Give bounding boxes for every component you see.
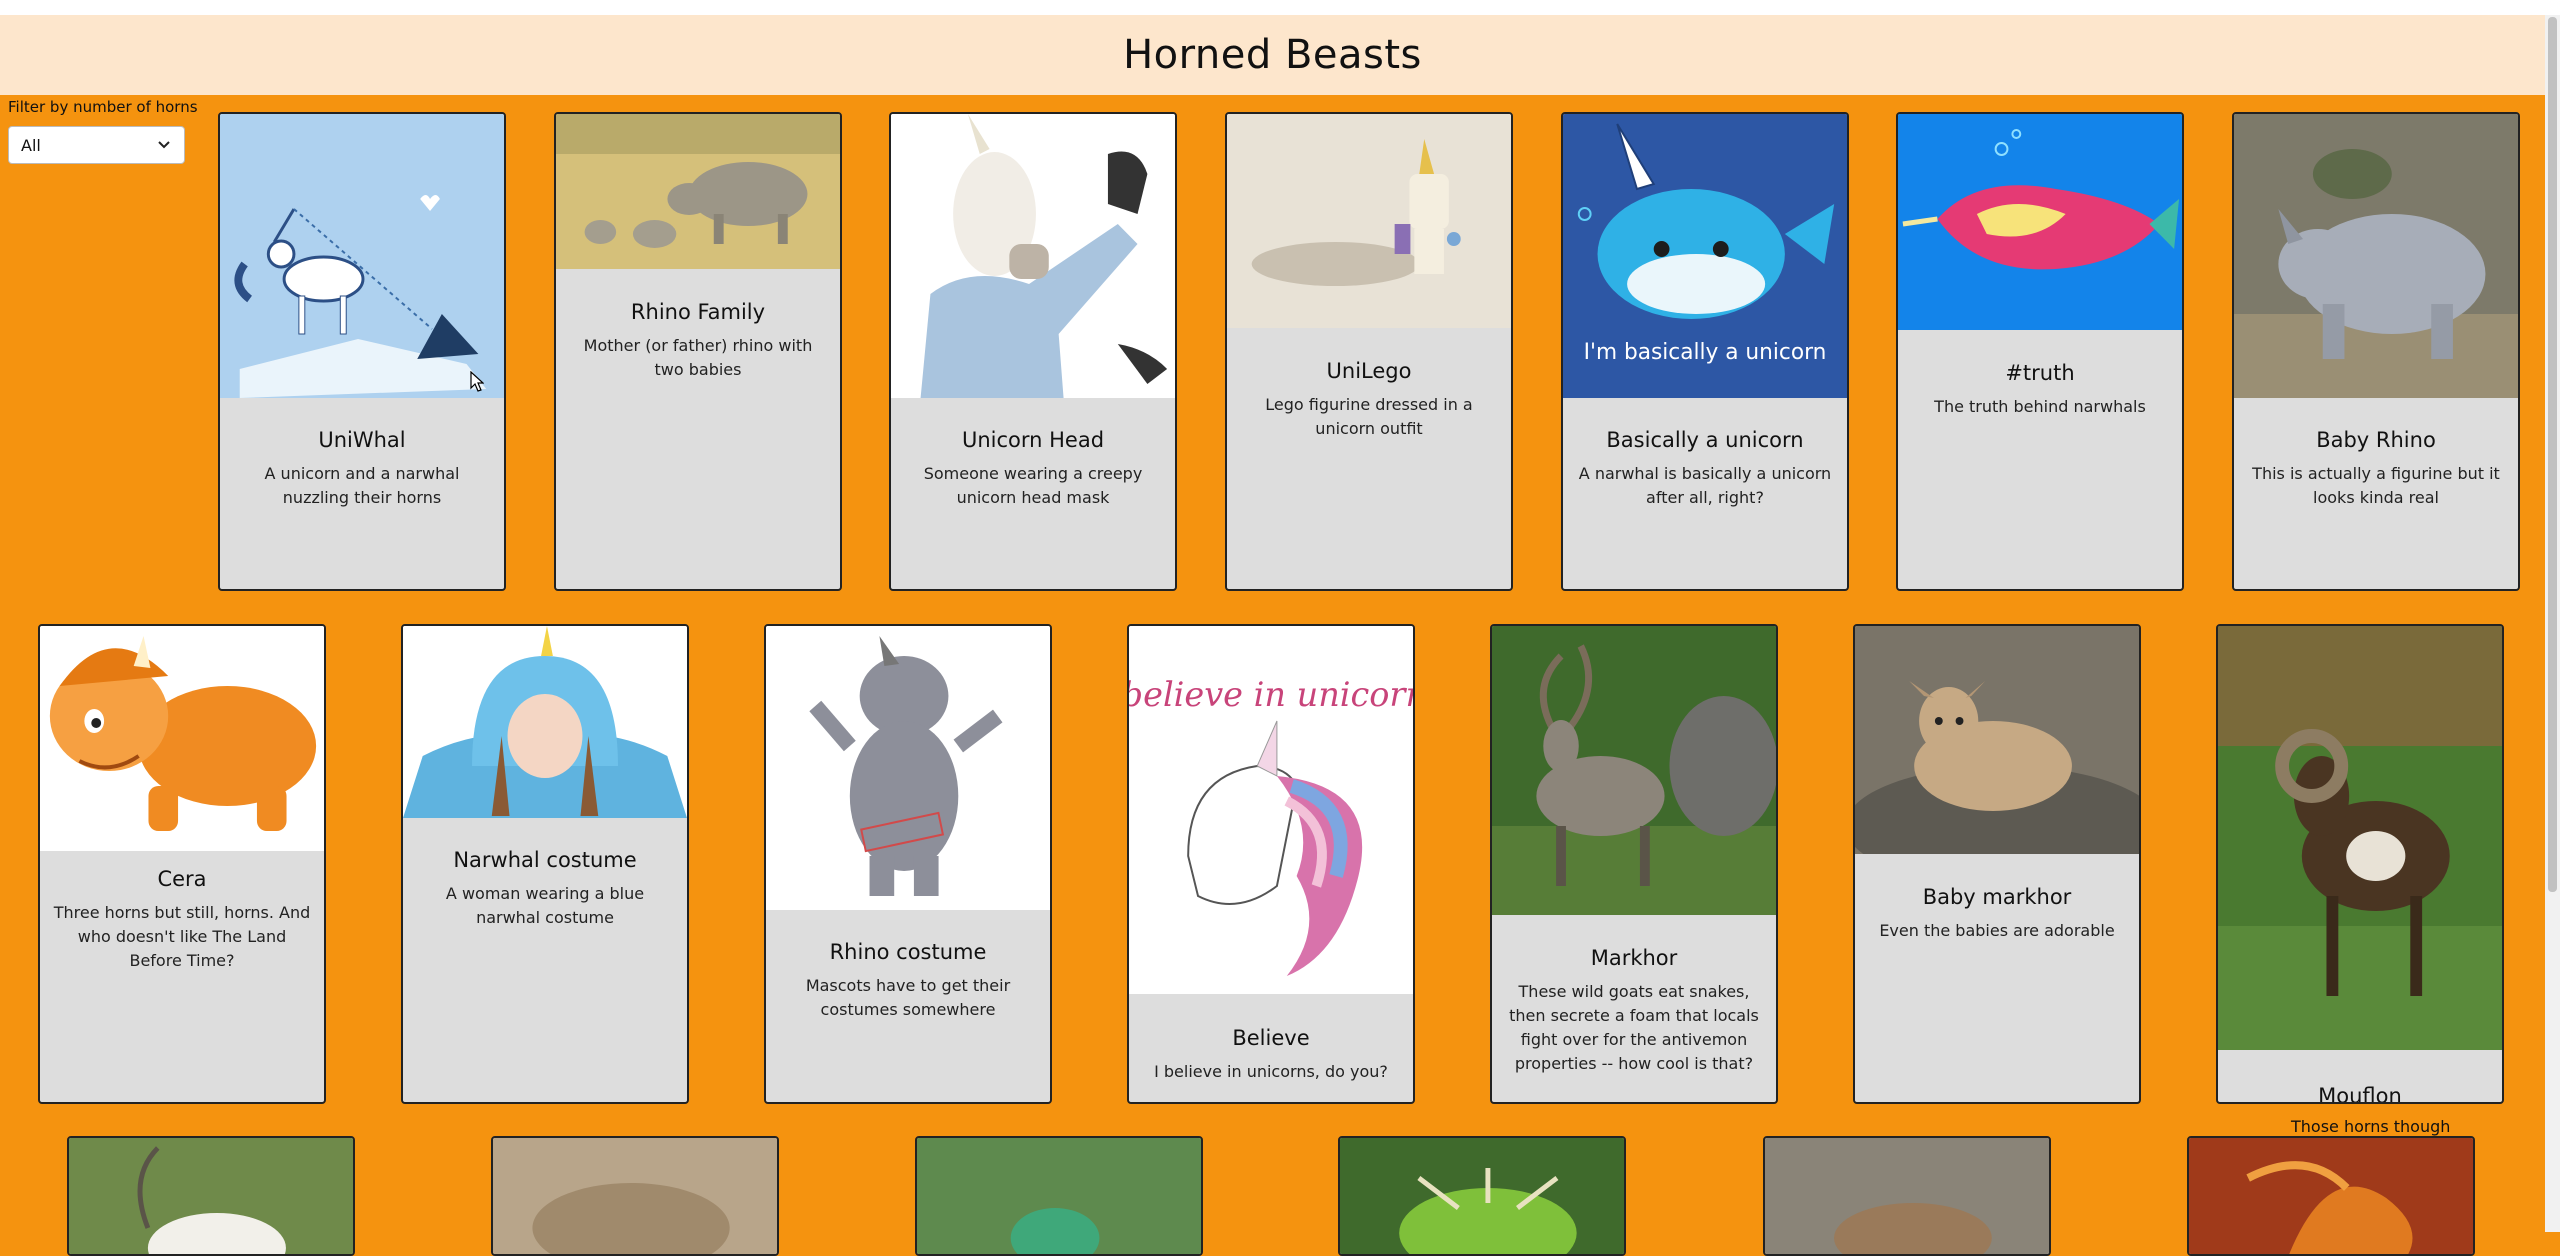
image-caption-text: I'm basically a unicorn (1584, 340, 1827, 365)
beast-title: Rhino Family (630, 300, 766, 324)
beast-image-row3-2[interactable] (493, 1138, 777, 1254)
beast-image-believe[interactable]: I believe in unicorns (1129, 626, 1413, 994)
beast-image-row3-3[interactable] (917, 1138, 1201, 1254)
beast-card-unilego[interactable]: UniLego Lego figurine dressed in a unico… (1225, 112, 1513, 591)
browser-top-strip (0, 0, 2560, 15)
beast-title: Baby markhor (1922, 885, 2072, 909)
beast-card-baby-markhor[interactable]: Baby markhor Even the babies are adorabl… (1853, 624, 2141, 1104)
beast-description: Even the babies are adorable (1879, 921, 2115, 940)
beast-card-row3-1[interactable] (67, 1136, 355, 1256)
beast-card-row3-4[interactable] (1338, 1136, 1626, 1256)
beast-card-cera[interactable]: Cera Three horns but still, horns. And w… (38, 624, 326, 1104)
scrollbar-thumb[interactable] (2548, 17, 2557, 892)
page-title: Horned Beasts (1123, 32, 1422, 78)
beast-description: Lego figurine dressed in a unicorn outfi… (1265, 395, 1473, 438)
vertical-scrollbar[interactable] (2545, 15, 2560, 1232)
beast-title: Believe (1232, 1026, 1310, 1050)
beast-image-mouflon[interactable] (2218, 626, 2502, 1050)
beast-title: Rhino costume (829, 940, 987, 964)
beast-title: Narwhal costume (453, 848, 637, 872)
beast-card-uniwhal[interactable]: UniWhal A unicorn and a narwhal nuzzling… (218, 112, 506, 591)
beast-description: The truth behind narwhals (1934, 397, 2146, 416)
beast-image-truth[interactable] (1898, 114, 2182, 330)
beast-description: I believe in unicorns, do you? (1154, 1062, 1388, 1081)
beast-card-narwhal-costume[interactable]: Narwhal costume A woman wearing a blue n… (401, 624, 689, 1104)
filter-selected-value: All (21, 135, 41, 155)
beast-description: A unicorn and a narwhal nuzzling their h… (264, 464, 460, 507)
beast-card-believe[interactable]: I believe in unicorns Believe I believe … (1127, 624, 1415, 1104)
beast-description: Someone wearing a creepy unicorn head ma… (923, 464, 1143, 507)
beast-title: Mouflon (2318, 1084, 2402, 1104)
beast-description: Mascots have to get their costumes somew… (805, 976, 1011, 1019)
beast-description: Three horns but still, horns. And who do… (53, 903, 311, 970)
beast-image-uniwhal[interactable] (220, 114, 504, 398)
beast-image-row3-4[interactable] (1340, 1138, 1624, 1254)
beast-image-markhor[interactable] (1492, 626, 1776, 915)
beast-title: Baby Rhino (2316, 428, 2436, 452)
beast-description: Mother (or father) rhino with two babies (583, 336, 813, 379)
beast-image-baby-rhino[interactable] (2234, 114, 2518, 398)
beast-image-narwhal-costume[interactable] (403, 626, 687, 818)
beast-image-unicorn-head[interactable] (891, 114, 1175, 398)
beast-card-unicorn-head[interactable]: Unicorn Head Someone wearing a creepy un… (889, 112, 1177, 591)
beast-image-row3-1[interactable] (69, 1138, 353, 1254)
mouse-cursor-icon (470, 371, 484, 392)
beast-image-unilego[interactable] (1227, 114, 1511, 328)
beast-image-baby-markhor[interactable] (1855, 626, 2139, 854)
beast-card-rhino-costume[interactable]: Rhino costume Mascots have to get their … (764, 624, 1052, 1104)
beast-card-row3-5[interactable] (1763, 1136, 2051, 1256)
image-script-text: I believe in unicorns (1129, 675, 1413, 714)
beast-description: A woman wearing a blue narwhal costume (445, 884, 645, 927)
beast-description-overflow: Those horns though (2291, 1117, 2451, 1136)
beast-image-row3-5[interactable] (1765, 1138, 2049, 1254)
beast-title: Markhor (1590, 946, 1678, 970)
beast-description: This is actually a figurine but it looks… (2252, 464, 2500, 507)
beast-image-cera[interactable] (40, 626, 324, 851)
beast-card-baby-rhino[interactable]: Baby Rhino This is actually a figurine b… (2232, 112, 2520, 591)
beast-title: Basically a unicorn (1606, 428, 1804, 452)
beast-image-rhino-costume[interactable] (766, 626, 1050, 910)
page-header: Horned Beasts (0, 15, 2545, 95)
filter-label: Filter by number of horns (8, 98, 198, 116)
beast-title: Cera (157, 867, 207, 891)
beast-title: Unicorn Head (961, 428, 1105, 452)
beast-title: UniWhal (318, 428, 406, 452)
beast-card-truth[interactable]: #truth The truth behind narwhals (1896, 112, 2184, 591)
beast-description: These wild goats eat snakes, then secret… (1509, 982, 1759, 1073)
beast-image-row3-6[interactable] (2189, 1138, 2473, 1254)
beast-card-mouflon[interactable]: Mouflon (2216, 624, 2504, 1104)
beast-image-basically-a-unicorn[interactable]: I'm basically a unicorn (1563, 114, 1847, 398)
beast-title: #truth (2005, 361, 2075, 385)
beast-card-row3-6[interactable] (2187, 1136, 2475, 1256)
beast-image-rhino-family[interactable] (556, 114, 840, 269)
beast-card-basically-a-unicorn[interactable]: I'm basically a unicorn Basically a unic… (1561, 112, 1849, 591)
beast-card-rhino-family[interactable]: Rhino Family Mother (or father) rhino wi… (554, 112, 842, 591)
horn-filter-select[interactable]: All (8, 126, 185, 164)
beast-card-row3-2[interactable] (491, 1136, 779, 1256)
beast-card-markhor[interactable]: Markhor These wild goats eat snakes, the… (1490, 624, 1778, 1104)
chevron-down-icon (158, 141, 170, 149)
beast-card-row3-3[interactable] (915, 1136, 1203, 1256)
beast-description: A narwhal is basically a unicorn after a… (1578, 464, 1832, 507)
beast-title: UniLego (1326, 359, 1412, 383)
